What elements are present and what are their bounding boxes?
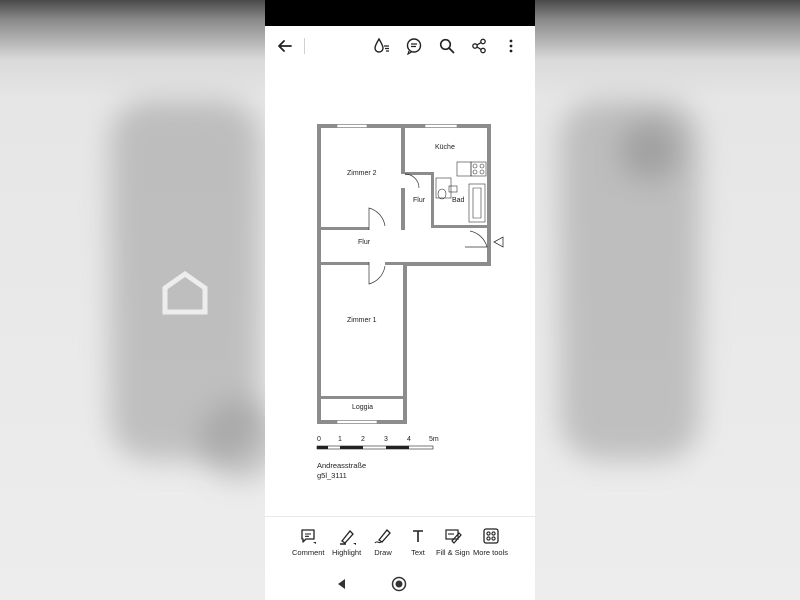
room-label-bad: Bad [452, 197, 465, 204]
room-label-zimmer2: Zimmer 2 [347, 170, 377, 177]
document-page[interactable]: Zimmer 2 Küche Flur Bad Flur Zimmer 1 Lo… [265, 66, 535, 516]
comment-tool-button[interactable]: Comment [292, 527, 325, 557]
draw-tool-button[interactable]: Draw [374, 527, 392, 557]
more-vertical-icon [509, 39, 513, 53]
more-options-button[interactable] [499, 34, 523, 58]
top-toolbar [265, 26, 535, 66]
comments-list-button[interactable] [402, 34, 426, 58]
text-tool-button[interactable]: Text [409, 527, 427, 557]
text-tool-label: Text [411, 548, 425, 557]
scale-label: 3 [384, 436, 388, 443]
room-label-kueche: Küche [435, 144, 455, 151]
highlight-tool-label: Highlight [332, 548, 362, 557]
room-label-flur-mid: Flur [358, 239, 371, 246]
fill-sign-tool-button[interactable]: Fill & Sign [436, 527, 470, 557]
room-label-flur-top: Flur [413, 197, 426, 204]
pen-draw-icon [374, 529, 391, 544]
system-navigation-bar [265, 568, 535, 600]
comment-tool-label: Comment [292, 548, 325, 557]
scale-label: 2 [361, 436, 365, 443]
more-tools-label: More tools [473, 548, 509, 557]
pdf-viewer-app: Zimmer 2 Küche Flur Bad Flur Zimmer 1 Lo… [265, 0, 535, 600]
ink-drop-icon [374, 37, 389, 53]
circle-home-icon [391, 576, 407, 592]
plan-id: g5l_3111 [317, 471, 347, 480]
comment-icon [301, 529, 317, 544]
ink-button[interactable] [369, 34, 393, 58]
triangle-back-icon [338, 579, 345, 589]
search-button[interactable] [435, 34, 459, 58]
search-icon [439, 38, 455, 54]
nav-back-button[interactable] [334, 576, 350, 592]
room-label-zimmer1: Zimmer 1 [347, 317, 377, 324]
share-icon [472, 38, 486, 54]
grid-apps-icon [482, 528, 499, 544]
share-button[interactable] [467, 34, 491, 58]
highlight-tool-button[interactable]: Highlight [332, 527, 361, 557]
street-name: Andreasstraße [317, 461, 367, 470]
room-label-loggia: Loggia [352, 404, 374, 411]
bottom-toolbar: Comment Highlight Draw Text Fill & Sign … [265, 516, 535, 569]
scale-label: 0 [317, 436, 321, 443]
highlighter-icon [339, 530, 356, 545]
floor-plan-drawing [316, 124, 504, 450]
nav-home-button[interactable] [391, 576, 407, 592]
scale-label: 4 [407, 436, 411, 443]
scale-label: 1 [338, 436, 342, 443]
toolbar-divider [304, 38, 305, 54]
back-button[interactable] [273, 34, 297, 58]
text-t-icon [413, 530, 423, 542]
arrow-left-icon [278, 40, 292, 52]
fill-sign-tool-label: Fill & Sign [436, 548, 470, 557]
comment-list-icon [406, 38, 422, 55]
more-tools-button[interactable]: More tools [473, 527, 508, 557]
fill-sign-icon [445, 529, 462, 544]
status-bar [265, 0, 535, 26]
scale-label: 5m [429, 436, 439, 443]
draw-tool-label: Draw [374, 548, 392, 557]
watermark-house-icon [162, 270, 208, 315]
